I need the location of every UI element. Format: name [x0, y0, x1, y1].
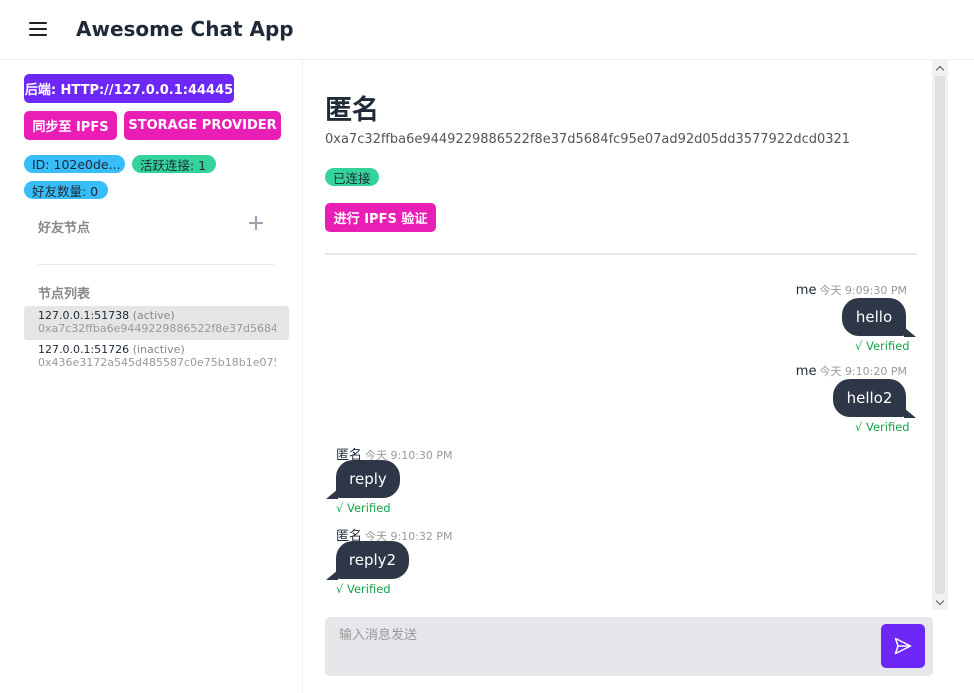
scrollbar-thumb[interactable]: [935, 76, 945, 594]
backend-url-button[interactable]: 后端: HTTP://127.0.0.1:44445: [24, 74, 234, 103]
node-hash: 0x436e3172a545d485587c0e75b18b1e0759d9..…: [38, 356, 276, 369]
scroll-up-arrow-icon[interactable]: [932, 60, 948, 76]
node-address: 127.0.0.1:51738 (active): [38, 309, 175, 322]
message-input[interactable]: [339, 625, 869, 645]
message-meta: me 今天 9:10:20 PM: [796, 363, 907, 379]
chat-pane: 匿名 0xa7c32ffba6e9449229886522f8e37d5684f…: [304, 60, 974, 693]
chat-title: 匿名: [325, 95, 379, 126]
send-button[interactable]: [881, 624, 925, 668]
node-status: (active): [132, 309, 175, 322]
storage-provider-button[interactable]: STORAGE PROVIDER: [124, 111, 281, 140]
message-bubble: reply: [336, 460, 400, 498]
scroll-down-arrow-icon[interactable]: [932, 594, 948, 610]
friends-section-label: 好友节点: [38, 221, 91, 236]
verified-label: √ Verified: [336, 501, 391, 515]
verified-label: √ Verified: [336, 582, 391, 596]
bubble-tail: [326, 489, 338, 499]
message-bubble: reply2: [336, 541, 409, 579]
hamburger-menu-icon[interactable]: [29, 22, 47, 36]
chat-divider: [325, 253, 917, 255]
message-bubble: hello2: [833, 379, 906, 417]
app-title: Awesome Chat App: [76, 17, 294, 41]
message-bubble: hello: [842, 298, 906, 336]
active-connections-badge: 活跃连接: 1: [132, 155, 216, 173]
nodes-section-label: 节点列表: [38, 287, 91, 302]
sidebar-divider: [38, 264, 274, 265]
bubble-tail: [904, 408, 916, 418]
verified-label: √ Verified: [855, 339, 910, 353]
ipfs-verify-button[interactable]: 进行 IPFS 验证: [325, 203, 436, 232]
node-list-item[interactable]: 127.0.0.1:51738 (active) 0xa7c32ffba6e94…: [24, 306, 289, 340]
node-list-item[interactable]: 127.0.0.1:51726 (inactive) 0x436e3172a54…: [24, 340, 289, 374]
message-composer: [325, 617, 933, 676]
message-meta: me 今天 9:09:30 PM: [796, 282, 907, 298]
app-header: Awesome Chat App: [0, 0, 974, 60]
message-sender: me: [795, 283, 817, 298]
message-sender: me: [795, 364, 817, 379]
sidebar: 后端: HTTP://127.0.0.1:44445 同步至 IPFS STOR…: [0, 60, 303, 693]
sync-ipfs-button[interactable]: 同步至 IPFS: [24, 111, 117, 140]
friend-count-badge: 好友数量: 0: [24, 181, 108, 199]
connection-status-badge: 已连接: [325, 168, 379, 186]
peer-address: 0xa7c32ffba6e9449229886522f8e37d5684fc95…: [325, 132, 851, 147]
verified-label: √ Verified: [855, 420, 910, 434]
message-timestamp: 今天 9:09:30 PM: [819, 284, 907, 297]
node-id-badge: ID: 102e0de...: [24, 155, 125, 173]
node-address: 127.0.0.1:51726 (inactive): [38, 343, 185, 356]
node-hash: 0xa7c32ffba6e9449229886522f8e37d5684fc9.…: [38, 322, 276, 335]
send-icon: [894, 637, 912, 655]
node-status: (inactive): [132, 343, 185, 356]
message-timestamp: 今天 9:10:20 PM: [819, 365, 907, 378]
bubble-tail: [904, 327, 916, 337]
add-friend-plus-icon[interactable]: [249, 216, 263, 230]
bubble-tail: [326, 570, 338, 580]
